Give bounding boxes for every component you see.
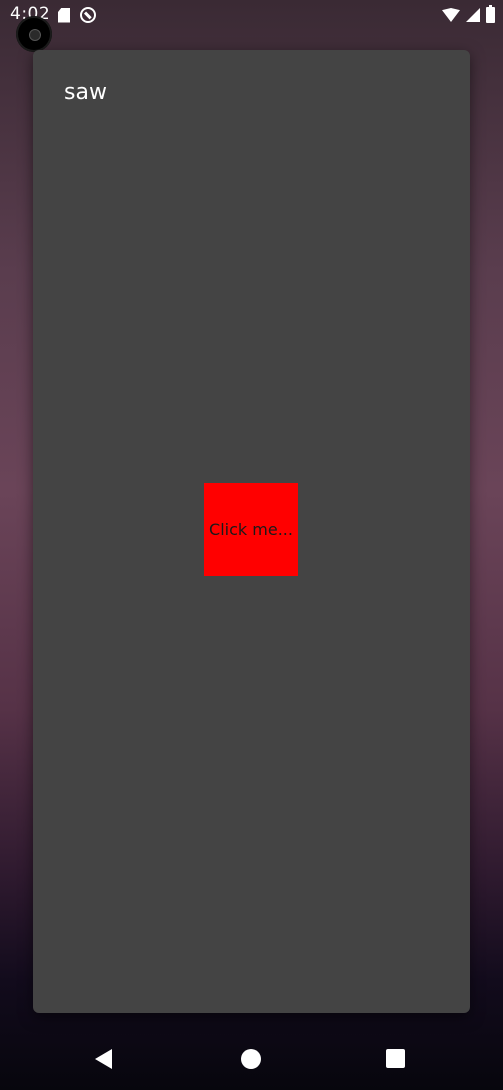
- home-icon[interactable]: [241, 1049, 261, 1069]
- camera-cutout: [16, 16, 52, 52]
- status-icons-left: [58, 5, 96, 25]
- battery-icon: [486, 5, 495, 23]
- back-icon[interactable]: [95, 1049, 112, 1069]
- cell-signal-icon: [466, 8, 480, 22]
- dialog-title: saw: [64, 80, 107, 105]
- click-me-button[interactable]: Click me...: [204, 483, 298, 576]
- sd-card-icon: [58, 7, 70, 23]
- status-icons-right: [442, 5, 495, 24]
- do-not-disturb-icon: [80, 7, 96, 23]
- status-bar: 4:02: [0, 0, 503, 52]
- wifi-icon: [442, 8, 460, 22]
- recents-icon[interactable]: [386, 1049, 405, 1068]
- dialog: saw Click me...: [33, 50, 470, 1013]
- navigation-bar: [0, 1030, 503, 1090]
